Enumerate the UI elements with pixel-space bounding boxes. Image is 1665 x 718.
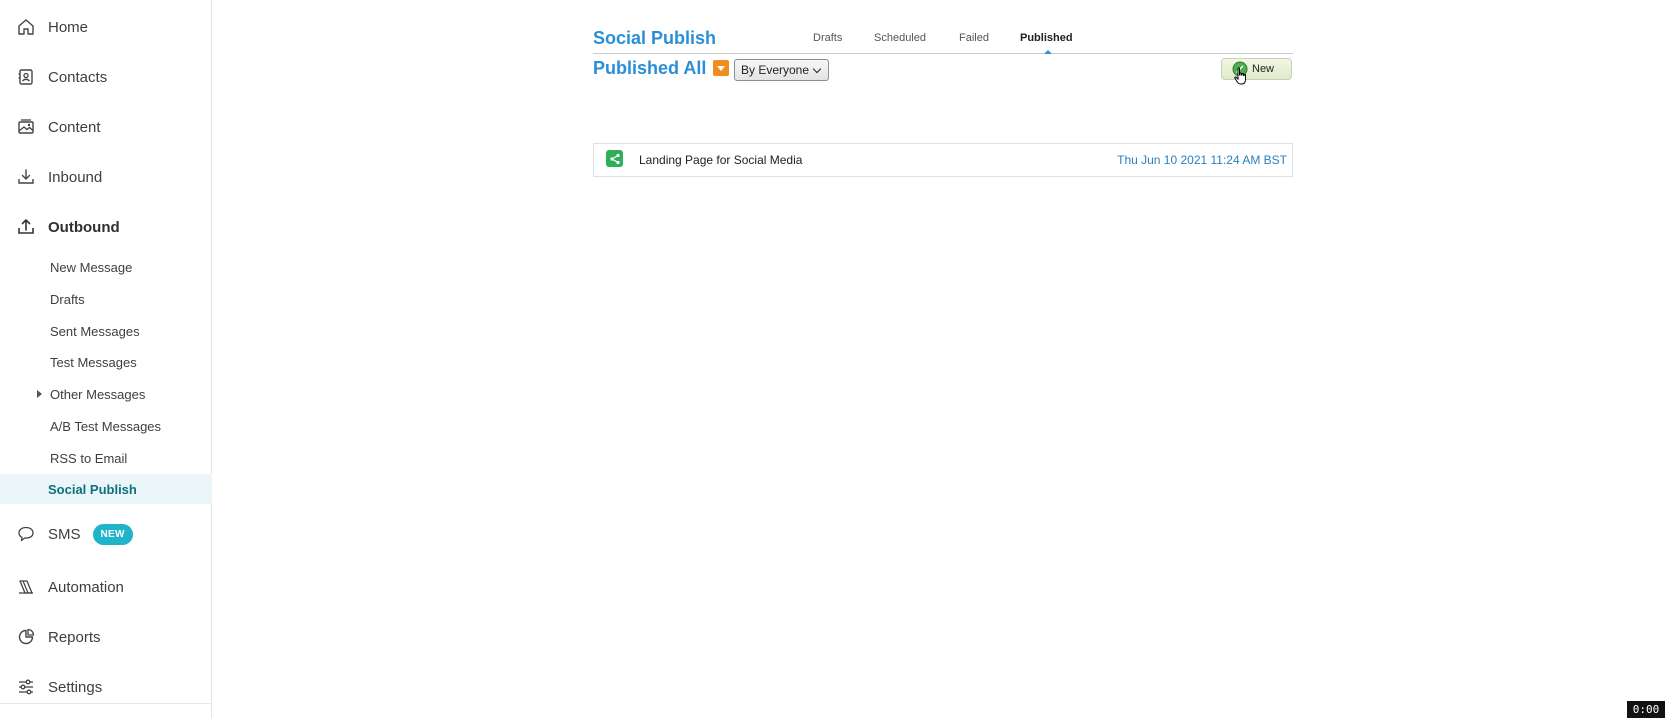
automation-icon (16, 577, 36, 597)
nav-contacts-label: Contacts (48, 68, 108, 86)
owner-filter-value: By Everyone (741, 63, 810, 77)
row-date: Thu Jun 10 2021 11:24 AM BST (1117, 153, 1287, 167)
nav-home-label: Home (48, 18, 89, 36)
new-button-label: New (1252, 63, 1275, 75)
nav-content[interactable]: Content (0, 107, 212, 147)
nav-automation-label: Automation (48, 578, 124, 596)
tab-drafts[interactable]: Drafts (813, 32, 842, 44)
inbound-icon (16, 167, 36, 187)
sidebar-item-social-publish[interactable]: Social Publish (0, 474, 212, 504)
contacts-icon (16, 67, 36, 87)
content-icon (16, 117, 36, 137)
sidebar-item-sent-messages[interactable]: Sent Messages (0, 316, 212, 346)
sidebar-item-new-message[interactable]: New Message (0, 252, 212, 282)
nav-inbound-label: Inbound (48, 168, 103, 186)
expand-triangle-icon[interactable] (37, 390, 42, 398)
sidebar-item-rss-to-email[interactable]: RSS to Email (0, 443, 212, 473)
sidebar-item-test-messages[interactable]: Test Messages (0, 347, 212, 377)
nav-inbound[interactable]: Inbound (0, 157, 212, 197)
pointer-cursor-icon (1234, 67, 1246, 85)
nav-automation[interactable]: Automation (0, 567, 212, 607)
tab-failed[interactable]: Failed (959, 32, 989, 44)
sms-icon (16, 524, 36, 544)
outbound-icon (16, 217, 36, 237)
nav-outbound-label: Outbound (48, 218, 120, 236)
nav-reports[interactable]: Reports (0, 617, 212, 657)
nav-sms-label: SMS (48, 525, 81, 543)
sidebar-item-other-messages-label: Other Messages (50, 386, 146, 402)
page-title: Social Publish (593, 28, 717, 48)
table-row[interactable]: Landing Page for Social Media Thu Jun 10… (593, 143, 1293, 177)
row-title[interactable]: Landing Page for Social Media (639, 153, 802, 167)
nav-contacts[interactable]: Contacts (0, 57, 212, 97)
new-badge: NEW (92, 523, 133, 545)
owner-filter-select[interactable]: By Everyone (734, 59, 829, 81)
recording-timer: 0:00 (1627, 701, 1665, 718)
active-tab-indicator (1044, 50, 1052, 54)
sidebar-item-ab-test-messages[interactable]: A/B Test Messages (0, 411, 212, 441)
nav-content-label: Content (48, 118, 101, 136)
tab-scheduled[interactable]: Scheduled (874, 32, 926, 44)
settings-icon (16, 677, 36, 697)
nav-home[interactable]: Home (0, 7, 212, 47)
nav-settings-label: Settings (48, 678, 103, 696)
section-title: Published All (593, 58, 707, 78)
nav-reports-label: Reports (48, 628, 101, 646)
share-icon (606, 150, 623, 167)
sidebar: Home Contacts Content Inbound Outbound N… (0, 0, 212, 718)
nav-outbound[interactable]: Outbound (0, 207, 212, 247)
sidebar-item-other-messages[interactable]: Other Messages (0, 379, 212, 409)
sidebar-item-drafts[interactable]: Drafts (0, 284, 212, 314)
nav-settings[interactable]: Settings (0, 667, 212, 707)
filter-dropdown-button[interactable] (713, 60, 729, 76)
nav-sms[interactable]: SMS NEW (0, 514, 212, 554)
home-icon (16, 17, 36, 37)
new-button[interactable]: New (1221, 58, 1292, 80)
chevron-down-icon (812, 64, 822, 74)
reports-icon (16, 627, 36, 647)
sidebar-divider (0, 703, 212, 704)
tab-published[interactable]: Published (1020, 32, 1073, 44)
